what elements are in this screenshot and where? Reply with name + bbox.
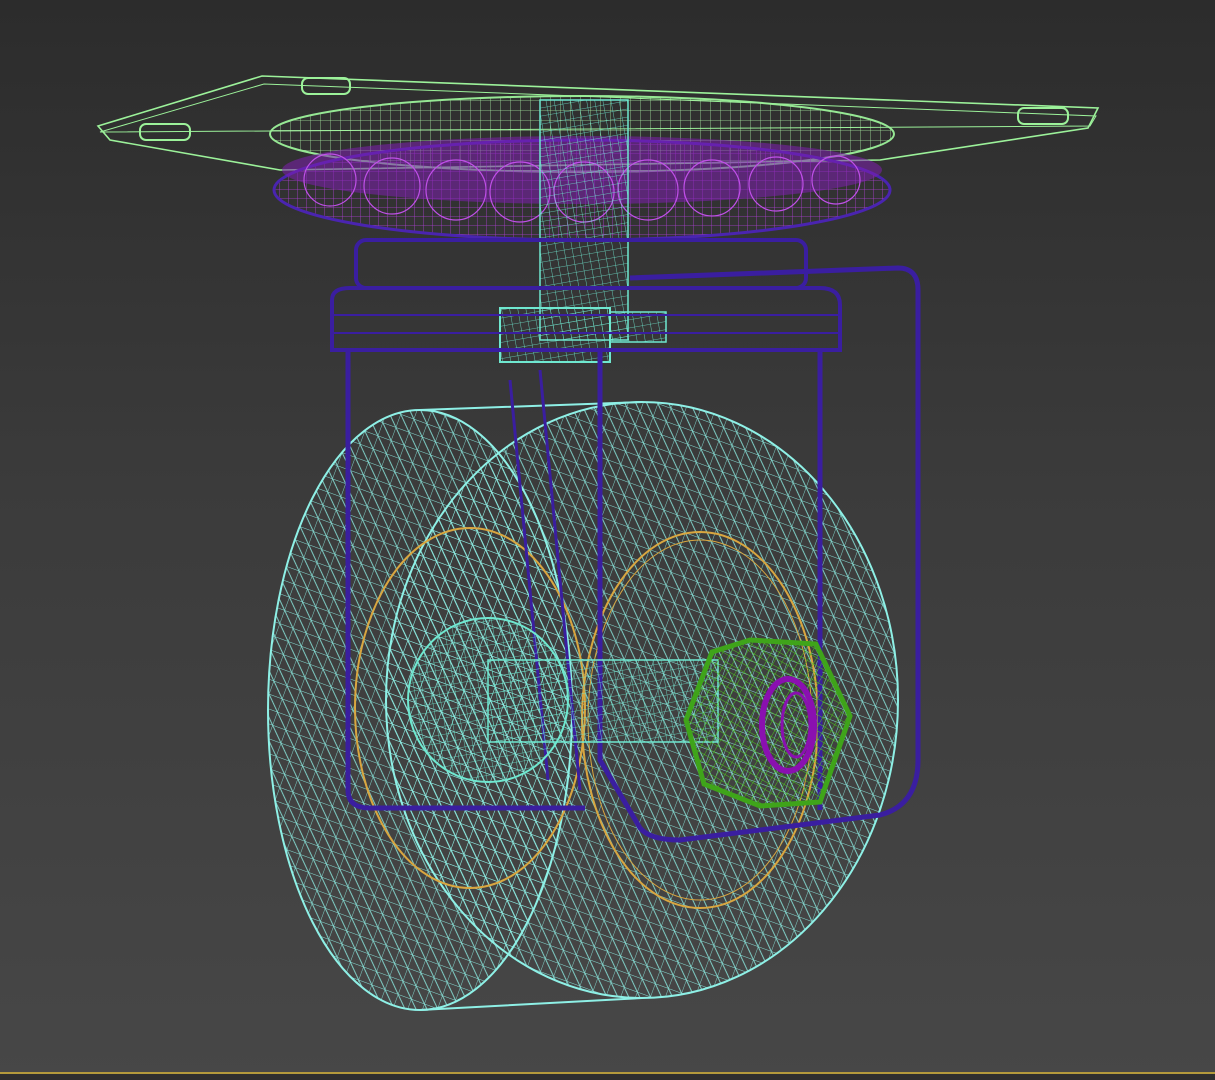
axle-nut[interactable] [683, 637, 853, 809]
wireframe-scene[interactable] [0, 0, 1215, 1080]
3d-viewport[interactable] [0, 0, 1215, 1080]
active-viewport-border [0, 1072, 1215, 1080]
